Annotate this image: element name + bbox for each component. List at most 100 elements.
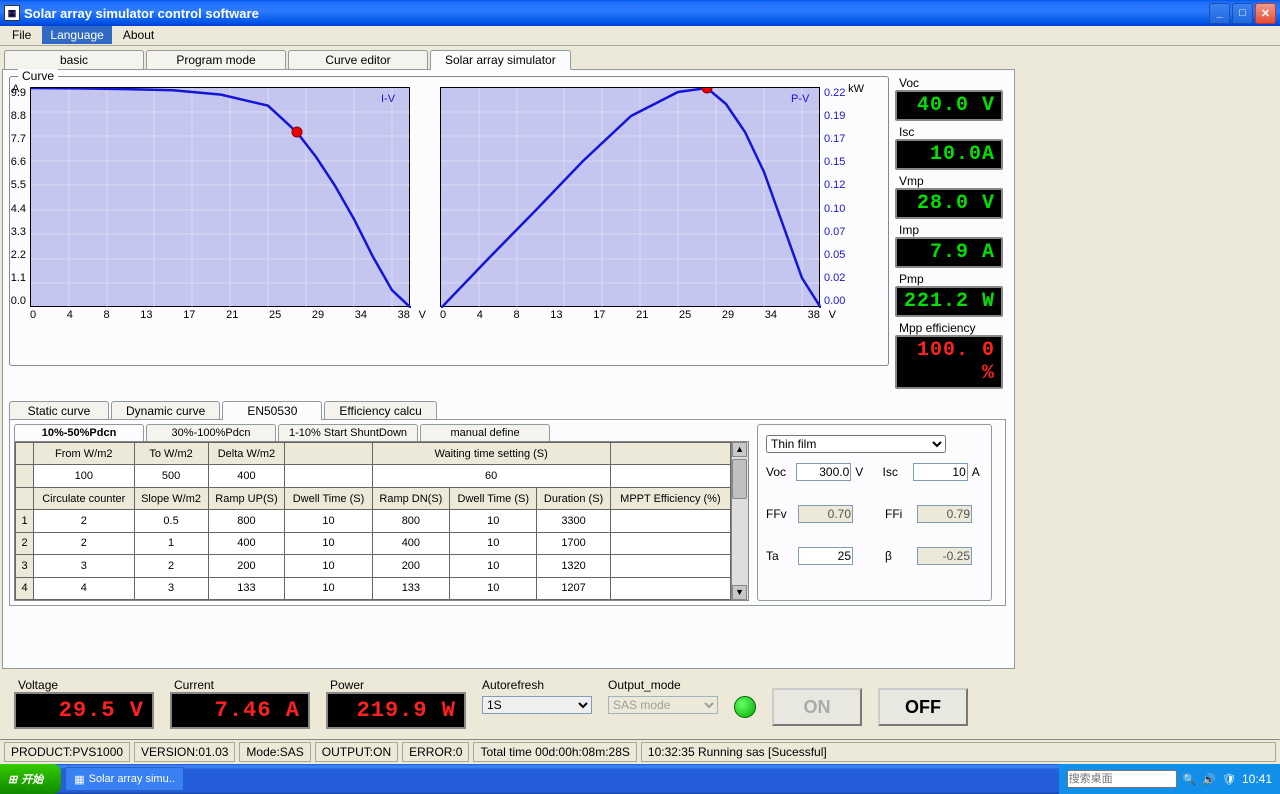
scroll-up-icon[interactable]: ▲ [732,442,747,457]
param-ffv-label: FFv [766,507,794,521]
en50530-panel: 10%-50%Pdcn 30%-100%Pdcn 1-10% Start Shu… [9,419,1006,606]
param-voc-input[interactable] [796,463,851,481]
minitab-10-50[interactable]: 10%-50%Pdcn [14,424,144,441]
tab-curve-editor[interactable]: Curve editor [288,50,428,70]
en50530-table: From W/m2 To W/m2 Delta W/m2 Waiting tim… [15,442,731,600]
power-value: 219.9 W [326,692,466,729]
bottom-bar: Voltage29.5 V Current7.46 A Power219.9 W… [2,670,1278,737]
minitab-1-10-shutdown[interactable]: 1-10% Start ShuntDown [278,424,418,441]
pv-x-unit: V [829,309,836,321]
close-button[interactable]: ✕ [1255,3,1276,24]
param-beta-input [917,547,972,565]
start-button[interactable]: ⊞开始 [0,764,61,794]
status-total-time: Total time 00d:00h:08m:28S [473,742,636,762]
subtab-en50530[interactable]: EN50530 [222,401,322,420]
pv-chart: kW P-V 0.220.190.170.150.120.100. [440,87,820,321]
desktop-search-input[interactable] [1067,770,1177,788]
autorefresh-label: Autorefresh [482,678,592,692]
status-running: 10:32:35 Running sas [Sucessful] [641,742,1276,762]
vmp-label: Vmp [895,174,1003,188]
taskbar: ⊞开始 ▦Solar array simu.. 🔍 🔊 🛡 10:41 [0,764,1280,794]
clock: 10:41 [1242,772,1272,786]
table-row[interactable]: 120.580010800103300 [16,510,731,532]
off-button[interactable]: OFF [878,688,968,726]
scroll-down-icon[interactable]: ▼ [732,585,747,600]
iv-chart: A 9.98.87.76.65.54.43.32.21.10.0 I-V [30,87,410,321]
param-ffi-label: FFi [885,507,913,521]
table-scroll: From W/m2 To W/m2 Delta W/m2 Waiting tim… [14,441,749,601]
tab-solar-array-simulator[interactable]: Solar array simulator [430,50,571,70]
status-product: PRODUCT:PVS1000 [4,742,130,762]
status-mode: Mode:SAS [239,742,310,762]
taskbar-app-item[interactable]: ▦Solar array simu.. [65,767,184,791]
iv-y-axis: 9.98.87.76.65.54.43.32.21.10.0 [4,87,26,307]
table-row[interactable]: 33220010200101320 [16,555,731,577]
mpp-label: Mpp efficiency [895,321,1003,335]
imp-value: 7.9 A [895,237,1003,268]
mini-tabs: 10%-50%Pdcn 30%-100%Pdcn 1-10% Start Shu… [14,424,749,441]
param-isc-input[interactable] [913,463,968,481]
table-row[interactable]: 44313310133101207 [16,577,731,599]
pmp-value: 221.2 W [895,286,1003,317]
autorefresh-select[interactable]: 1S [482,696,592,714]
param-ffv-input [798,505,853,523]
pmp-label: Pmp [895,272,1003,286]
scroll-thumb[interactable] [732,459,747,499]
svg-text:P-V: P-V [791,93,810,105]
tray-icon[interactable]: 🔊 [1202,773,1216,786]
system-tray: 🔍 🔊 🛡 10:41 [1059,764,1280,794]
tech-select[interactable]: Thin film [766,435,946,453]
table-row: 100 500 400 60 [16,465,731,487]
menu-about[interactable]: About [115,26,162,44]
titlebar: ▦ Solar array simulator control software… [0,0,1280,26]
maximize-button[interactable]: □ [1232,3,1253,24]
voltage-value: 29.5 V [14,692,154,729]
mpp-value: 100. 0 % [895,335,1003,389]
tab-basic[interactable]: basic [4,50,144,70]
params-panel: Thin film Voc V Isc A FFv FFi [757,424,992,601]
voltage-label: Voltage [14,678,154,692]
imp-label: Imp [895,223,1003,237]
subtab-dynamic-curve[interactable]: Dynamic curve [111,401,220,420]
voc-label: Voc [895,76,1003,90]
output-mode-select: SAS mode [608,696,718,714]
subtab-static-curve[interactable]: Static curve [9,401,109,420]
pv-x-axis: 04813172125293438 [440,307,820,321]
pv-y-axis: 0.220.190.170.150.120.100.070.050.020.00 [824,87,854,307]
isc-value: 10.0A [895,139,1003,170]
table-row[interactable]: 22140010400101700 [16,532,731,554]
status-version: VERSION:01.03 [134,742,235,762]
sub-tabs: Static curve Dynamic curve EN50530 Effic… [9,401,1008,420]
param-ta-input[interactable] [798,547,853,565]
param-voc-label: Voc [766,465,792,479]
vmp-value: 28.0 V [895,188,1003,219]
search-icon[interactable]: 🔍 [1183,773,1197,786]
power-label: Power [326,678,466,692]
tab-program-mode[interactable]: Program mode [146,50,286,70]
tray-icon[interactable]: 🛡 [1222,773,1236,786]
minitab-manual-define[interactable]: manual define [420,424,550,441]
menu-language[interactable]: Language [42,26,111,44]
curve-groupbox: Curve A 9.98.87.76.65.54.43.32.21.10.0 [9,76,889,366]
main-tabs: basic Program mode Curve editor Solar ar… [4,50,1278,70]
status-error: ERROR:0 [402,742,469,762]
on-button[interactable]: ON [772,688,862,726]
menu-file[interactable]: File [4,26,39,44]
minimize-button[interactable]: _ [1209,3,1230,24]
param-ffi-input [917,505,972,523]
table-scrollbar[interactable]: ▲ ▼ [731,442,748,600]
statusbar: PRODUCT:PVS1000 VERSION:01.03 Mode:SAS O… [0,739,1280,764]
pv-plot-area: P-V [440,87,820,307]
current-value: 7.46 A [170,692,310,729]
subtab-efficiency-calc[interactable]: Efficiency calcu [324,401,436,420]
status-led-icon [734,696,756,718]
window-title: Solar array simulator control software [24,6,1209,21]
app-icon: ▦ [4,5,20,21]
param-ta-label: Ta [766,549,794,563]
menubar: File Language About [0,26,1280,46]
svg-text:I-V: I-V [381,93,396,105]
minitab-30-100[interactable]: 30%-100%Pdcn [146,424,276,441]
windows-logo-icon: ⊞ [8,773,17,786]
param-beta-label: β [885,549,913,563]
current-label: Current [170,678,310,692]
